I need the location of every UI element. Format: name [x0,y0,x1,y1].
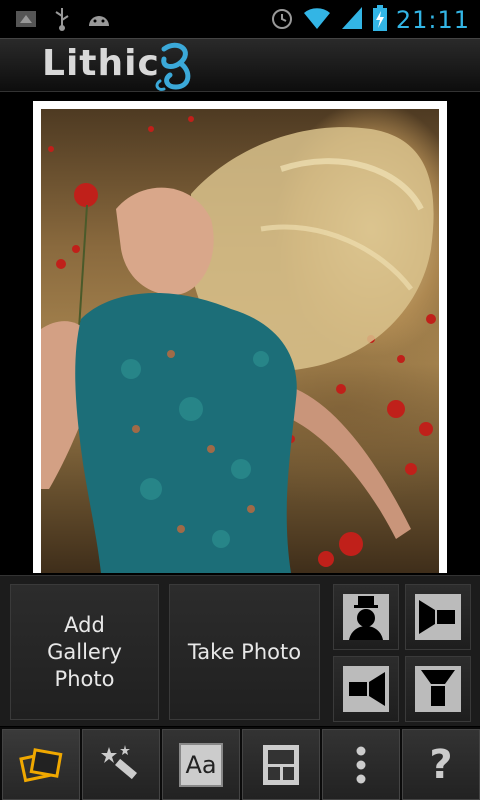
help-tool-button[interactable]: ? [402,729,480,800]
light-right-icon [415,594,461,640]
help-icon: ? [429,741,453,788]
status-clock: 21:11 [395,6,470,34]
light-bottom-button[interactable] [405,656,471,722]
usb-icon [52,6,72,36]
photos-icon [19,747,63,782]
bottom-toolbar: Aa ? [0,727,480,800]
wifi-icon [302,5,332,35]
app-title: Lithic [42,43,160,84]
take-photo-button[interactable]: Take Photo [169,584,320,720]
photos-tool-button[interactable] [2,729,80,800]
add-gallery-photo-label: Add Gallery Photo [47,612,122,691]
layout-tool-button[interactable] [242,729,320,800]
photo-frame [33,101,447,573]
text-aa-icon: Aa [179,742,223,787]
title-bar: Lithic [0,38,480,92]
take-photo-label: Take Photo [187,639,302,664]
status-bar: 21:11 [0,0,480,38]
light-top-icon [343,594,389,640]
notification-icon [14,7,38,35]
alarm-icon [270,5,294,35]
signal-icon [340,5,364,35]
add-gallery-photo-button[interactable]: Add Gallery Photo [10,584,159,720]
light-top-button[interactable] [333,584,399,650]
text-tool-label: Aa [185,750,217,779]
swirl-logo-icon [150,41,200,97]
more-tool-button[interactable] [322,729,400,800]
android-icon [86,8,112,34]
battery-charging-icon [372,4,388,36]
main-photo[interactable] [41,109,439,573]
photo-controls: Add Gallery Photo Take Photo [0,575,480,726]
effects-tool-button[interactable] [82,729,160,800]
text-tool-button[interactable]: Aa [162,729,240,800]
light-left-button[interactable] [333,656,399,722]
overflow-menu-icon [356,746,366,783]
layout-icon [263,744,299,785]
light-right-button[interactable] [405,584,471,650]
light-bottom-icon [415,666,461,712]
magic-wand-icon [101,744,137,779]
light-left-icon [343,666,389,712]
